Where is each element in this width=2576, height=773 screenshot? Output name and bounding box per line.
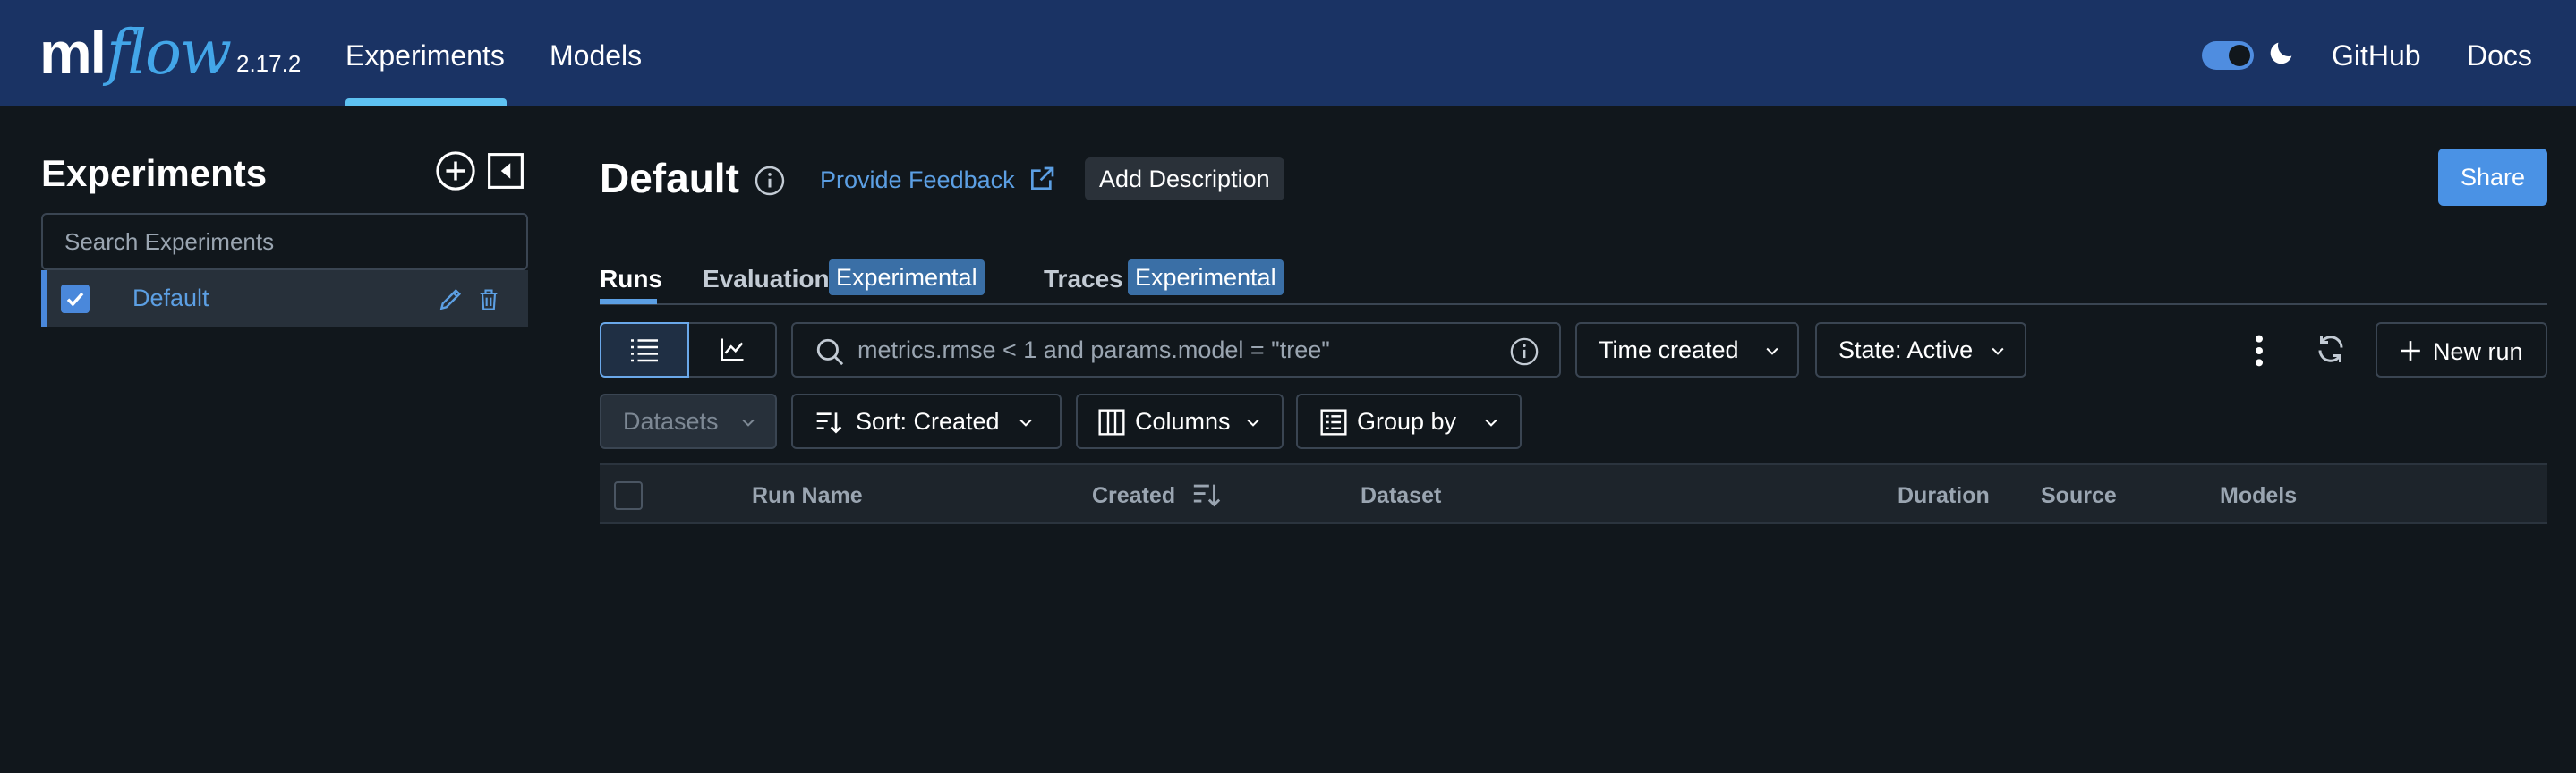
- trash-icon[interactable]: [476, 286, 501, 313]
- more-options-icon[interactable]: [2248, 333, 2270, 369]
- page-title: Default: [600, 155, 739, 201]
- chart-view-button[interactable]: [689, 322, 777, 378]
- chevron-down-icon: [1485, 419, 1497, 427]
- share-button[interactable]: Share: [2438, 149, 2547, 206]
- collapse-sidebar-icon[interactable]: [487, 152, 525, 190]
- info-icon[interactable]: [754, 165, 786, 197]
- nav-docs[interactable]: Docs: [2467, 39, 2532, 72]
- chevron-down-icon: [1247, 419, 1259, 427]
- state-dropdown[interactable]: State: Active: [1815, 322, 2026, 378]
- time-created-label: Time created: [1599, 336, 1739, 363]
- columns-icon: [1098, 409, 1125, 436]
- state-label: State: Active: [1838, 336, 1974, 363]
- columns-label: Columns: [1135, 407, 1231, 435]
- sort-icon: [816, 412, 842, 434]
- chevron-down-icon: [1992, 347, 2004, 355]
- nav-models[interactable]: Models: [550, 39, 642, 72]
- refresh-icon[interactable]: [2315, 333, 2347, 365]
- column-header-source[interactable]: Source: [2041, 483, 2117, 509]
- sort-descending-icon[interactable]: [1190, 480, 1223, 510]
- sort-label: Sort: Created: [856, 407, 1000, 435]
- time-created-dropdown[interactable]: Time created: [1575, 322, 1799, 378]
- column-header-models[interactable]: Models: [2220, 483, 2297, 509]
- chevron-down-icon: [1019, 419, 1032, 427]
- filter-info-icon[interactable]: [1509, 336, 1540, 367]
- external-link-icon[interactable]: [1028, 165, 1056, 193]
- nav-github[interactable]: GitHub: [2332, 39, 2421, 72]
- datasets-label: Datasets: [623, 407, 719, 435]
- evaluation-experimental-badge: Experimental: [829, 259, 985, 295]
- line-chart-icon: [721, 338, 744, 361]
- add-description-button[interactable]: Add Description: [1085, 157, 1284, 200]
- tab-divider: [600, 303, 2547, 305]
- toggle-knob: [2229, 45, 2250, 66]
- pencil-icon[interactable]: [437, 285, 465, 313]
- list-icon: [631, 339, 658, 362]
- nav-active-indicator: [345, 98, 507, 106]
- columns-dropdown[interactable]: Columns: [1076, 394, 1284, 449]
- group-by-label: Group by: [1357, 407, 1457, 435]
- new-run-label: New run: [2433, 338, 2523, 365]
- column-header-duration[interactable]: Duration: [1898, 483, 1990, 509]
- new-run-button[interactable]: New run: [2376, 322, 2547, 378]
- chevron-down-icon: [1766, 347, 1778, 355]
- experiment-search[interactable]: [41, 213, 528, 270]
- logo-flow-text: flow: [107, 17, 232, 89]
- tab-traces[interactable]: Traces: [1044, 265, 1123, 293]
- traces-experimental-badge: Experimental: [1128, 259, 1284, 295]
- column-header-created[interactable]: Created: [1092, 483, 1175, 509]
- datasets-dropdown: Datasets: [600, 394, 777, 449]
- select-all-checkbox[interactable]: [614, 481, 643, 510]
- sidebar-item-default[interactable]: Default: [41, 270, 528, 327]
- column-header-dataset[interactable]: Dataset: [1361, 483, 1441, 509]
- provide-feedback-link[interactable]: Provide Feedback: [820, 166, 1015, 194]
- runs-table-header: Run Name Created Dataset Duration Source…: [600, 463, 2547, 524]
- version-label: 2.17.2: [236, 50, 302, 77]
- moon-icon: [2270, 42, 2292, 64]
- tab-runs[interactable]: Runs: [600, 265, 662, 293]
- search-icon: [816, 338, 844, 366]
- run-filter-input[interactable]: [857, 324, 1484, 376]
- dark-mode-toggle[interactable]: [2202, 41, 2254, 70]
- column-header-run-name[interactable]: Run Name: [752, 483, 863, 509]
- plus-icon: [2401, 341, 2420, 361]
- group-by-icon: [1320, 409, 1347, 436]
- experiment-checkbox[interactable]: [61, 285, 90, 313]
- nav-experiments[interactable]: Experiments: [345, 39, 505, 72]
- sidebar-title: Experiments: [41, 152, 268, 194]
- sort-dropdown[interactable]: Sort: Created: [791, 394, 1062, 449]
- run-filter-search[interactable]: [791, 322, 1561, 378]
- experiment-search-input[interactable]: [43, 215, 526, 268]
- add-experiment-icon[interactable]: [435, 150, 476, 191]
- mlflow-logo[interactable]: ml flow: [39, 13, 232, 93]
- chevron-down-icon: [742, 419, 755, 427]
- tab-evaluation[interactable]: Evaluation: [703, 265, 830, 293]
- group-by-dropdown[interactable]: Group by: [1296, 394, 1522, 449]
- tab-active-indicator: [600, 299, 657, 304]
- logo-ml-text: ml: [39, 20, 107, 86]
- table-view-button[interactable]: [600, 322, 689, 378]
- top-navbar: ml flow 2.17.2 Experiments Models GitHub…: [0, 0, 2576, 106]
- experiment-name[interactable]: Default: [132, 285, 209, 312]
